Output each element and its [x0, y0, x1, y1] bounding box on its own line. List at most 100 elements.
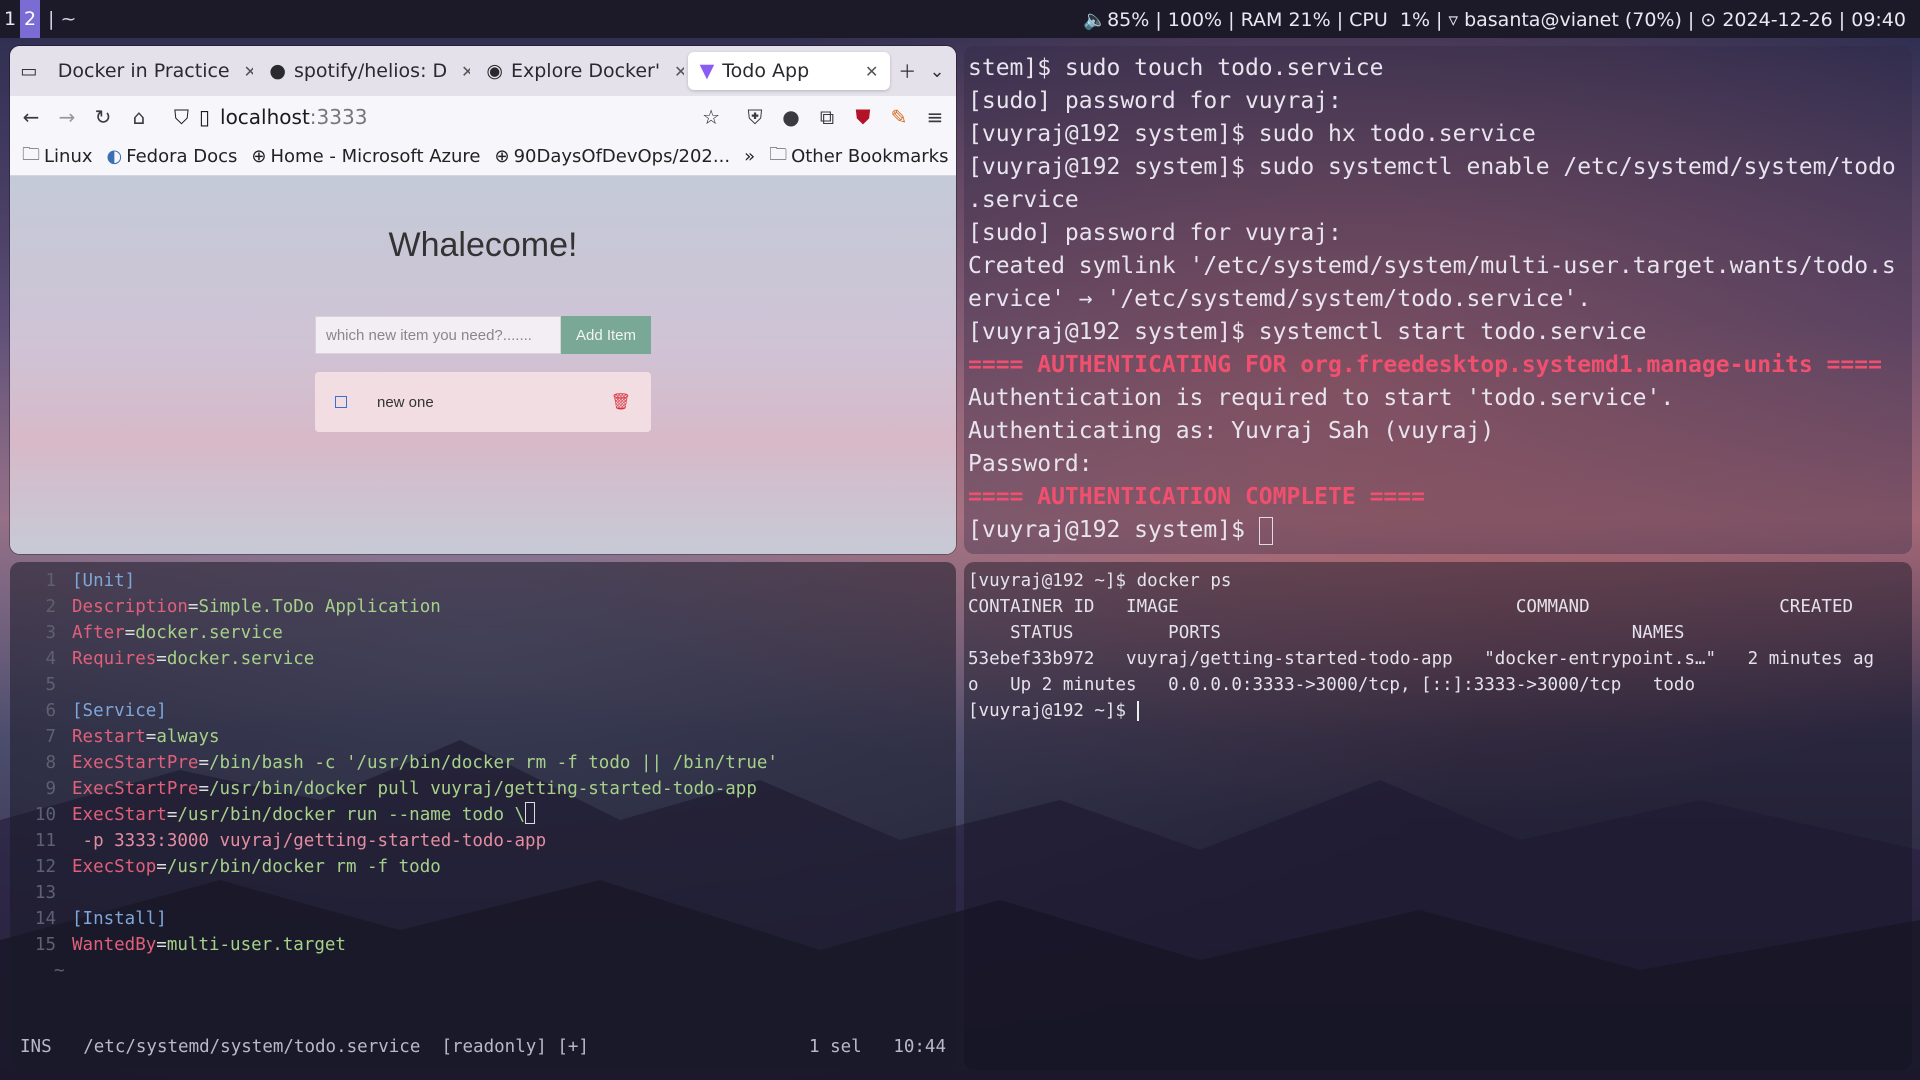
pocket-icon[interactable]: ⛨ — [744, 105, 766, 129]
top-status-bar: 1 2 | ~ 🔈85% | 100% | RAM 21% | CPU 1% |… — [0, 0, 1920, 38]
new-tab-icon[interactable]: ＋ — [894, 52, 920, 90]
line-number: 8 — [45, 753, 56, 773]
code-line: 5 — [10, 672, 956, 698]
code-token: docker.service — [135, 623, 283, 643]
code-token: [Unit] — [72, 571, 136, 591]
url-host: localhost — [220, 105, 310, 129]
code-token: Requires — [72, 649, 157, 669]
code-line: 1 [Unit] — [10, 568, 956, 594]
prompt-text: [vuyraj@192 ~]$ — [968, 701, 1137, 721]
line-number: 1 — [45, 571, 56, 591]
terminal-cursor — [1258, 516, 1273, 545]
line-number: 2 — [45, 597, 56, 617]
close-icon[interactable]: ✕ — [244, 62, 254, 81]
tab-todo-app[interactable]: ▼ Todo App ✕ — [687, 52, 891, 90]
workspace-1-button[interactable]: 1 — [0, 0, 20, 38]
line-number: 6 — [45, 701, 56, 721]
tab-spotify-helios[interactable]: ● spotify/helios: D ✕ — [257, 52, 470, 90]
addon-icon[interactable]: ✎ — [888, 105, 910, 129]
url-bar[interactable]: ⛉ ▯ localhost:3333 ☆ — [164, 100, 730, 134]
helix-editor[interactable]: 1 [Unit] 2 Description = Simple.ToDo Applicat… — [10, 562, 956, 1070]
terminal-line: Authenticating as: Yuvraj Sah (vuyraj) — [968, 418, 1495, 444]
window-title: | ~ — [48, 8, 77, 30]
folder-icon: 🗀 — [22, 143, 40, 165]
page-title: Whalecome! — [388, 226, 578, 264]
terminal-line: stem]$ sudo touch todo.service — [968, 55, 1384, 81]
extensions-icon[interactable]: ⧉ — [816, 105, 838, 129]
line-number: 4 — [45, 649, 56, 669]
code-line: 7 Restart = always — [10, 724, 956, 750]
todo-item: new one 🗑 — [315, 372, 651, 432]
code-token: ExecStartPre — [72, 753, 199, 773]
code-token: multi-user.target — [166, 935, 346, 955]
bookmark-star-icon[interactable]: ☆ — [702, 105, 720, 129]
folder-icon: 🗀 — [769, 143, 788, 165]
tab-docker-in-practice[interactable]: Docker in Practice ✕ — [46, 52, 254, 90]
github-icon: ● — [269, 60, 286, 82]
terminal-line: Created symlink '/etc/systemd/system/mul… — [968, 253, 1896, 279]
close-icon[interactable]: ✕ — [461, 62, 470, 81]
code-token: ExecStart — [72, 805, 167, 825]
terminal-docker-ps[interactable]: [vuyraj@192 ~]$ docker ps CONTAINER ID IM… — [964, 562, 1912, 1070]
bookmark-90daysofdevops[interactable]: ⊕ 90DaysOfDevOps/202... — [494, 146, 730, 167]
menu-icon[interactable]: ≡ — [924, 105, 946, 129]
editor-cursor — [525, 802, 536, 824]
prompt-text: [vuyraj@192 system]$ — [968, 517, 1259, 543]
end-of-buffer-marker: ~ — [54, 961, 65, 981]
line-number: 3 — [45, 623, 56, 643]
code-line: 12 ExecStop =/usr/bin/docker rm -f todo — [10, 854, 956, 880]
add-item-button[interactable]: Add Item — [561, 316, 651, 354]
line-number: 7 — [45, 727, 56, 747]
tab-explore-docker[interactable]: ◉ Explore Docker' ✕ — [474, 52, 683, 90]
code-token: = — [145, 727, 157, 747]
ublock-icon[interactable]: ⛊ — [852, 105, 874, 129]
code-token: = — [187, 597, 199, 617]
terminal-systemctl[interactable]: stem]$ sudo touch todo.service [sudo] pas… — [964, 46, 1912, 554]
trash-icon[interactable]: 🗑 — [611, 392, 631, 412]
more-bookmarks-icon[interactable]: » — [744, 146, 755, 167]
terminal-line: Password: — [968, 451, 1093, 477]
terminal-line: [sudo] password for vuyraj: — [968, 88, 1342, 114]
account-icon[interactable]: ● — [780, 105, 802, 129]
code-token: /usr/bin/docker pull vuyraj/getting-star… — [208, 779, 757, 799]
line-number: 14 — [34, 909, 56, 929]
editor-mode: INS — [20, 1037, 52, 1057]
tab-bar: ▭ Docker in Practice ✕ ● spotify/helios: … — [10, 46, 956, 96]
page-content: Whalecome! which new item you need?.....… — [10, 176, 956, 554]
navigation-bar: ← → ↻ ⌂ ⛉ ▯ localhost:3333 ☆ ⛨ ● ⧉ ⛊ ✎ ≡ — [10, 96, 956, 138]
code-token: docker.service — [166, 649, 315, 669]
terminal-prompt[interactable]: [vuyraj@192 system]$ — [968, 514, 1908, 547]
code-line: 13 — [10, 880, 956, 906]
code-token: = — [156, 857, 167, 877]
reload-icon[interactable]: ↻ — [92, 105, 114, 129]
code-area[interactable]: 1 [Unit] 2 Description = Simple.ToDo Applicat… — [10, 562, 956, 984]
terminal-line: ==== AUTHENTICATING FOR org.freedesktop.… — [968, 352, 1882, 378]
home-icon[interactable]: ⌂ — [128, 105, 150, 129]
close-icon[interactable]: ✕ — [865, 62, 878, 81]
bookmark-fedora-docs[interactable]: ◐ Fedora Docs — [107, 146, 238, 167]
bookmarks-bar: 🗀 Linux ◐ Fedora Docs ⊕ Home - Microsoft Az… — [10, 138, 956, 176]
new-item-input[interactable]: which new item you need?....... — [315, 316, 561, 354]
bookmark-azure[interactable]: ⊕ Home - Microsoft Azure — [251, 146, 480, 167]
bookmark-other[interactable]: 🗀 Other Bookmarks — [769, 142, 948, 172]
bookmark-linux[interactable]: 🗀 Linux — [22, 142, 93, 172]
line-number: 13 — [34, 883, 56, 903]
workspace-2-button[interactable]: 2 — [20, 0, 40, 38]
shield-icon: ⛉ — [174, 105, 189, 129]
globe-icon: ⊕ — [251, 146, 267, 167]
close-icon[interactable]: ✕ — [674, 62, 684, 81]
line-number: 11 — [34, 831, 56, 851]
tab-overview-icon[interactable]: ▭ — [16, 52, 42, 90]
line-number: 10 — [34, 805, 56, 825]
code-token: = — [166, 805, 178, 825]
tab-list-chevron-icon[interactable]: ⌄ — [924, 52, 950, 90]
code-line: 15 WantedBy = multi-user.target — [10, 932, 956, 958]
url-port: :3333 — [309, 105, 368, 129]
back-icon[interactable]: ← — [20, 105, 42, 129]
terminal-prompt[interactable]: [vuyraj@192 ~]$ — [968, 698, 1908, 724]
terminal-output: [vuyraj@192 ~]$ docker ps CONTAINER ID IM… — [964, 562, 1912, 730]
todo-checkbox[interactable] — [335, 396, 347, 408]
forward-icon[interactable]: → — [56, 105, 78, 129]
code-token: = — [156, 649, 167, 669]
code-line: 10 ExecStart =/usr/bin/docker run --name t… — [10, 802, 956, 828]
